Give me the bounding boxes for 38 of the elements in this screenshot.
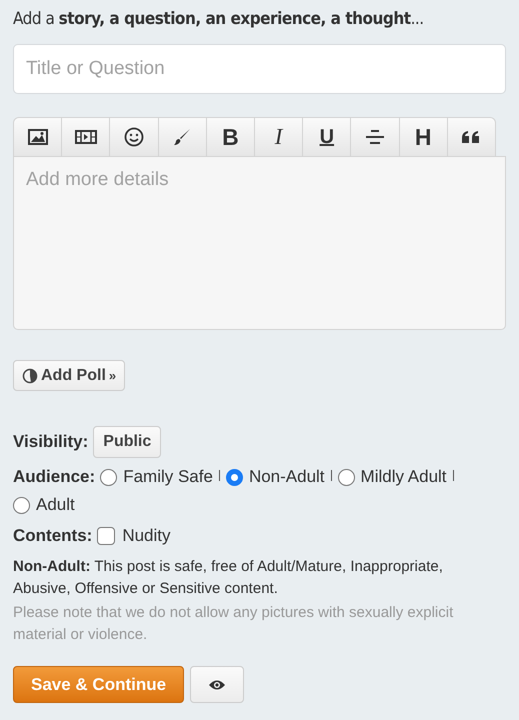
smiley-icon — [124, 127, 144, 147]
option-label: Mildly Adult — [360, 467, 447, 487]
heading-button[interactable]: H — [400, 118, 448, 156]
quote-icon — [461, 130, 482, 144]
contents-label: Contents: — [13, 526, 92, 546]
italic-button[interactable]: I — [255, 118, 304, 156]
audience-label: Audience: — [13, 467, 96, 487]
bold-button[interactable]: B — [206, 118, 256, 156]
visibility-button[interactable]: Public — [93, 426, 162, 458]
add-poll-button[interactable]: Add Poll » — [13, 360, 126, 391]
brush-icon — [173, 128, 192, 146]
underline-button[interactable]: U — [303, 118, 352, 156]
option-label: Adult — [36, 495, 75, 515]
quote-button[interactable] — [448, 118, 495, 156]
video-button[interactable] — [62, 118, 110, 156]
visibility-label: Visibility: — [13, 432, 88, 452]
checkbox[interactable] — [97, 527, 116, 545]
audience-description: Non-Adult: This post is safe, free of Adult/Mature, Inappropriate, Abusive, Offensive or Sensitive content. — [13, 557, 444, 599]
option-label: Nudity — [122, 526, 171, 546]
radio-button[interactable] — [338, 468, 355, 486]
align-button[interactable] — [351, 118, 400, 156]
eye-icon — [208, 678, 226, 690]
policy-note: Please note that we do not allow any pictures with sexually explicit material or violence. — [13, 603, 454, 645]
radio-button[interactable] — [226, 468, 243, 486]
image-icon — [28, 129, 48, 145]
align-center-icon — [365, 129, 386, 145]
radio-button[interactable] — [13, 496, 30, 514]
details-field[interactable]: Add more details — [13, 156, 506, 330]
radio-button[interactable] — [100, 468, 118, 486]
emoji-button[interactable] — [110, 118, 159, 156]
option-label: Non-Adult — [248, 467, 325, 487]
film-icon — [74, 130, 97, 144]
title-field[interactable]: Title or Question — [13, 44, 506, 94]
option-label: Family Safe — [123, 467, 213, 487]
preview-button[interactable] — [190, 666, 244, 703]
pie-chart-icon — [22, 368, 38, 384]
image-button[interactable] — [14, 118, 62, 156]
heading: Add a story, a question, an experience, a thought... — [13, 8, 425, 31]
